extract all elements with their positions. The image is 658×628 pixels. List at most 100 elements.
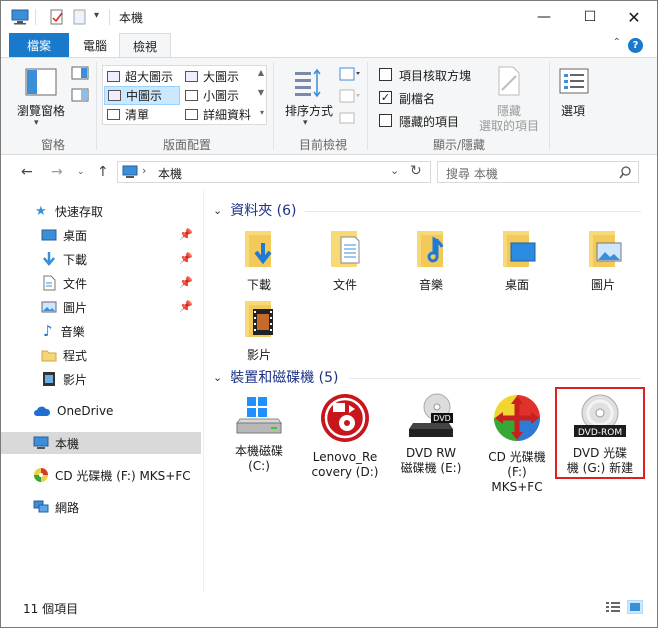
highlight-box [555, 387, 645, 479]
folder-tile-downloads[interactable]: 下載 [219, 227, 299, 293]
drive-tile-f[interactable]: CD 光碟機 (F:) MKS+FC [477, 393, 557, 495]
breadcrumb-chevron-icon[interactable]: › [142, 164, 146, 177]
folder-tile-music[interactable]: 音樂 [391, 227, 471, 293]
up-button[interactable]: ↑ [97, 164, 109, 180]
tab-computer[interactable]: 電腦 [73, 33, 117, 57]
folder-icon [41, 350, 57, 362]
folder-tile-videos[interactable]: 影片 [219, 297, 299, 363]
sidebar-item-network[interactable]: 網路 [1, 496, 201, 518]
options-button[interactable]: 選項 [561, 102, 585, 119]
sidebar-item-quick-access[interactable]: ★ 快速存取 [1, 200, 201, 222]
cd-autorun-icon [34, 468, 48, 482]
navigation-pane-icon[interactable] [25, 68, 57, 98]
ribbon-separator [273, 62, 274, 150]
star-icon: ★ [35, 203, 47, 219]
address-bar[interactable]: › 本機 ⌄ ↻ [117, 161, 431, 183]
recent-locations-icon[interactable]: ⌄ [77, 167, 85, 177]
downloads-folder-icon [245, 231, 272, 267]
network-icon [33, 500, 49, 513]
sidebar-item-this-pc[interactable]: 本機 [1, 432, 201, 454]
navigation-pane-button[interactable]: 瀏覽窗格 [17, 102, 65, 119]
tab-view[interactable]: 檢視 [119, 33, 171, 58]
folder-tile-documents[interactable]: 文件 [305, 227, 385, 293]
folder-tile-desktop[interactable]: 桌面 [477, 227, 557, 293]
properties-icon[interactable] [49, 9, 65, 25]
sidebar-item-videos[interactable]: 影片 [1, 368, 201, 390]
sort-dropdown-icon[interactable]: ▾ [303, 118, 308, 128]
sidebar-item-cd-drive[interactable]: CD 光碟機 (F:) MKS+FC [1, 464, 201, 486]
group-by-icon[interactable] [339, 66, 361, 82]
ribbon-separator [96, 62, 97, 150]
pin-icon[interactable]: 📌 [179, 300, 193, 313]
forward-button[interactable]: → [51, 164, 63, 180]
layout-details[interactable]: 詳細資料 [182, 105, 258, 124]
sidebar-item-downloads[interactable]: 下載 📌 [1, 248, 201, 270]
windows-drive-icon [236, 397, 282, 434]
back-button[interactable]: ← [21, 164, 33, 180]
sort-by-button[interactable]: 排序方式 [285, 102, 333, 119]
ribbon-tabs: 檔案 電腦 檢視 ⌃ ? [1, 33, 657, 58]
drive-tile-c[interactable]: 本機磁碟 (C:) [219, 393, 299, 474]
gallery-down-icon[interactable]: ▼ [258, 88, 264, 97]
search-input[interactable]: 搜尋 本機 [446, 165, 498, 182]
large-icons-view-icon[interactable] [627, 600, 643, 614]
refresh-icon[interactable]: ↻ [410, 163, 422, 179]
maximize-button[interactable]: ☐ [567, 1, 613, 33]
sidebar-item-desktop[interactable]: 桌面 📌 [1, 224, 201, 246]
desktop-folder-icon [503, 231, 536, 267]
close-button[interactable]: ✕ [611, 1, 657, 33]
gallery-more-icon[interactable]: ▾ [260, 108, 264, 117]
drive-tile-e[interactable]: DVD DVD RW 磁碟機 (E:) [391, 393, 471, 476]
item-checkboxes-checkbox[interactable] [379, 68, 392, 81]
layout-extra-large-icons[interactable]: 超大圖示 [104, 67, 180, 86]
navigation-pane-dropdown-icon[interactable]: ▾ [34, 118, 39, 128]
sidebar-item-onedrive[interactable]: OneDrive [1, 400, 201, 422]
preview-pane-icon[interactable] [71, 66, 89, 80]
item-checkboxes-label: 項目核取方塊 [399, 69, 472, 83]
navigation-pane: ★ 快速存取 桌面 📌 下載 📌 文件 📌 圖片 📌 ♪ 音樂 程式 影片 On… [1, 189, 204, 593]
tab-file[interactable]: 檔案 [9, 33, 69, 57]
drive-tile-d[interactable]: Lenovo_Re covery (D:) [305, 393, 385, 480]
sidebar-item-programs[interactable]: 程式 [1, 344, 201, 366]
pin-icon[interactable]: 📌 [179, 252, 193, 265]
search-box[interactable]: 搜尋 本機 [437, 161, 639, 183]
gallery-up-icon[interactable]: ▲ [258, 68, 264, 77]
pin-icon[interactable]: 📌 [179, 228, 193, 241]
sidebar-item-documents[interactable]: 文件 📌 [1, 272, 201, 294]
qat-dropdown-icon[interactable]: ▾ [94, 10, 99, 21]
computer-icon[interactable] [11, 9, 29, 25]
collapse-chevron-icon[interactable]: ⌄ [213, 204, 222, 217]
extra-large-icons-icon [107, 71, 120, 82]
address-dropdown-icon[interactable]: ⌄ [390, 164, 399, 177]
medium-icons-icon [108, 90, 121, 101]
drive-label: 本機磁碟 (C:) [234, 444, 283, 473]
layout-list[interactable]: 清單 [104, 105, 180, 124]
layout-medium-icons[interactable]: 中圖示 [104, 86, 180, 105]
sidebar-item-music[interactable]: ♪ 音樂 [1, 320, 201, 342]
pictures-folder-icon [589, 231, 622, 267]
sort-by-icon[interactable] [293, 68, 323, 98]
file-extensions-checkbox[interactable]: ✓ [379, 91, 392, 104]
minimize-button[interactable]: — [521, 1, 567, 33]
new-folder-icon[interactable] [73, 9, 87, 25]
sidebar-item-pictures[interactable]: 圖片 📌 [1, 296, 201, 318]
details-pane-icon[interactable] [71, 88, 89, 102]
breadcrumb-this-pc[interactable]: 本機 [158, 165, 182, 182]
folder-tile-pictures[interactable]: 圖片 [563, 227, 643, 293]
details-view-icon[interactable] [605, 601, 621, 613]
pin-icon[interactable]: 📌 [179, 276, 193, 289]
hidden-items-checkbox[interactable] [379, 114, 392, 127]
ribbon-separator [367, 62, 368, 150]
collapse-ribbon-icon[interactable]: ⌃ [613, 37, 621, 48]
collapse-chevron-icon[interactable]: ⌄ [213, 371, 222, 384]
layout-small-icons[interactable]: 小圖示 [182, 86, 258, 105]
help-icon[interactable]: ? [628, 38, 643, 53]
vertical-scrollbar[interactable] [645, 189, 657, 593]
devices-section-header[interactable]: ⌄ 裝置和磁碟機 (5) [213, 367, 339, 387]
layout-large-icons[interactable]: 大圖示 [182, 67, 258, 86]
options-icon[interactable] [559, 68, 589, 96]
file-extensions-label: 副檔名 [399, 92, 436, 106]
drive-label: DVD RW 磁碟機 (E:) [400, 446, 462, 475]
dvd-rw-drive-icon: DVD [409, 393, 453, 437]
folders-section-header[interactable]: ⌄ 資料夾 (6) [213, 200, 297, 220]
